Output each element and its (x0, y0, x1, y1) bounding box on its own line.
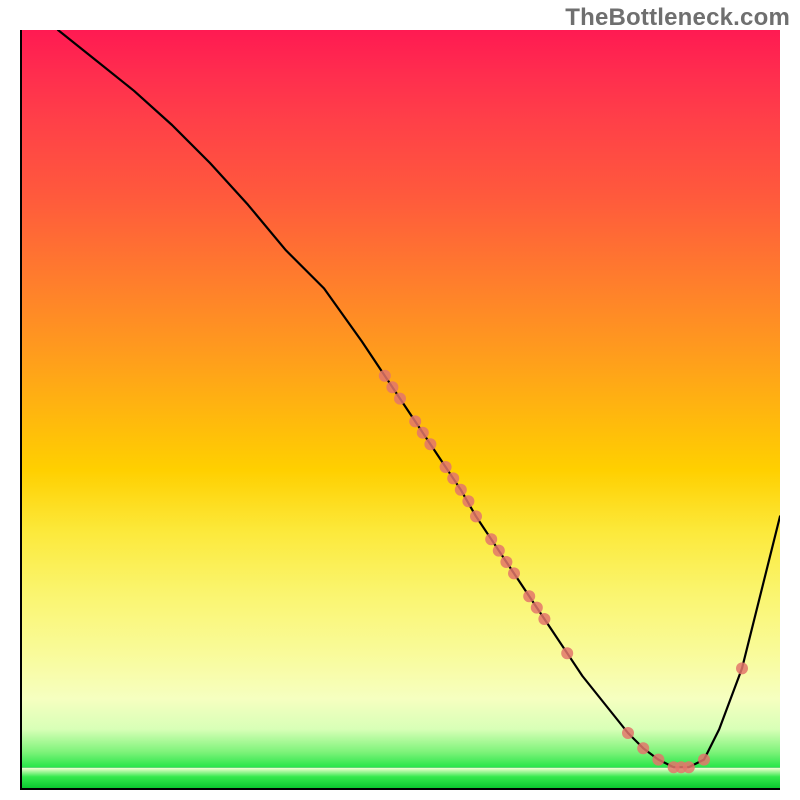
chart-root: TheBottleneck.com (0, 0, 800, 800)
attribution-label: TheBottleneck.com (565, 4, 790, 32)
gradient-background (20, 30, 780, 790)
plot-area (20, 30, 780, 790)
